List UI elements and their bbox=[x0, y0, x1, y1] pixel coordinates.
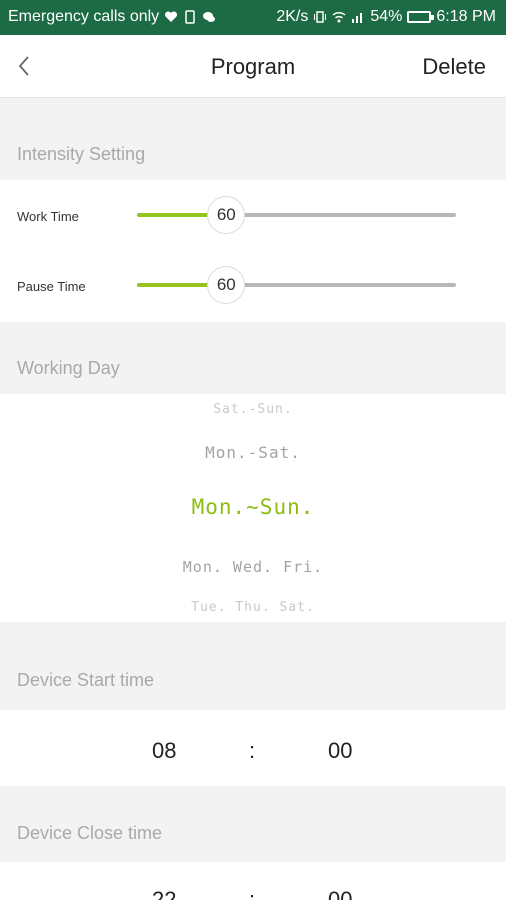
pause-time-thumb[interactable]: 60 bbox=[207, 266, 246, 304]
signal-icon bbox=[352, 13, 363, 23]
network-speed: 2K/s bbox=[276, 8, 309, 25]
status-bar: Emergency calls only 2K/s 54% 6:18 PM bbox=[0, 0, 506, 35]
carrier-text: Emergency calls only bbox=[8, 8, 160, 25]
close-time-section-heading: Device Close time bbox=[0, 786, 506, 862]
heart-icon bbox=[165, 11, 178, 22]
start-time-heading-text: Device Start time bbox=[17, 670, 155, 690]
working-day-picker[interactable]: Sat.-Sun. Mon.-Sat. Mon.~Sun. Mon. Wed. … bbox=[0, 394, 506, 622]
chat-icon bbox=[203, 12, 216, 22]
sim-card-icon bbox=[185, 10, 195, 24]
intensity-section-heading: Intensity Setting bbox=[0, 98, 506, 180]
pause-time-row: Pause Time 60 bbox=[0, 250, 506, 320]
working-day-heading-text: Working Day bbox=[17, 358, 120, 378]
start-time-picker[interactable]: 08 : 00 bbox=[0, 710, 506, 786]
status-left: Emergency calls only bbox=[8, 8, 216, 26]
working-day-option-selected[interactable]: Mon.~Sun. bbox=[0, 495, 506, 519]
start-hour[interactable]: 08 bbox=[152, 738, 176, 764]
close-minute[interactable]: 00 bbox=[328, 887, 352, 900]
working-day-option[interactable]: Mon. Wed. Fri. bbox=[0, 558, 506, 576]
working-day-section-heading: Working Day bbox=[0, 322, 506, 394]
clock: 6:18 PM bbox=[436, 8, 496, 25]
working-day-option[interactable]: Mon.-Sat. bbox=[0, 443, 506, 462]
working-day-option[interactable]: Sat.-Sun. bbox=[0, 402, 506, 416]
close-time-heading-text: Device Close time bbox=[17, 823, 163, 843]
work-time-row: Work Time 60 bbox=[0, 180, 506, 250]
close-hour[interactable]: 22 bbox=[152, 887, 176, 900]
work-time-thumb[interactable]: 60 bbox=[207, 196, 246, 234]
intensity-panel: Work Time 60 Pause Time 60 bbox=[0, 180, 506, 322]
working-day-option[interactable]: Tue. Thu. Sat. bbox=[0, 600, 506, 612]
work-time-label: Work Time bbox=[17, 209, 79, 224]
pause-time-label: Pause Time bbox=[17, 279, 86, 294]
close-time-picker[interactable]: 22 : 00 bbox=[0, 862, 506, 900]
nav-bar: Program Delete bbox=[0, 35, 506, 98]
start-minute[interactable]: 00 bbox=[328, 738, 352, 764]
delete-button[interactable]: Delete bbox=[422, 54, 486, 80]
start-separator: : bbox=[249, 738, 256, 763]
vibrate-icon bbox=[314, 11, 327, 23]
start-time-section-heading: Device Start time bbox=[0, 622, 506, 710]
intensity-heading-text: Intensity Setting bbox=[17, 144, 146, 164]
close-separator: : bbox=[249, 887, 256, 900]
status-right: 2K/s 54% 6:18 PM bbox=[276, 8, 496, 26]
wifi-icon bbox=[332, 11, 346, 23]
battery-icon bbox=[407, 11, 435, 23]
battery-percent: 54% bbox=[370, 8, 403, 25]
